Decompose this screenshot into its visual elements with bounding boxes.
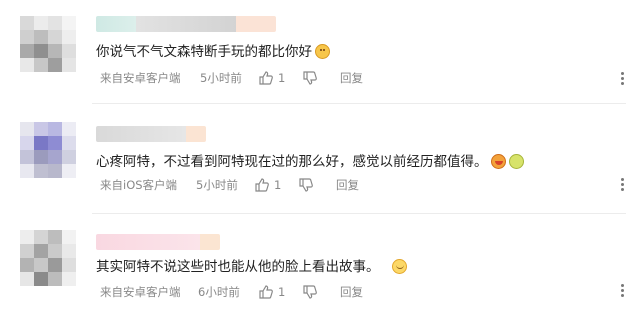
crying-face-emoji [490,154,506,169]
comment-meta: 来自iOS客户端 5小时前 1 回复 [96,177,616,193]
dog-face-emoji [315,44,330,59]
avatar[interactable] [20,122,76,178]
client-source: 来自安卓客户端 [100,285,181,299]
smiling-face-emoji [391,259,407,274]
more-vertical-icon[interactable] [618,70,626,88]
comment-text: 心疼阿特，不过看到阿特现在过的那么好，感觉以前经历都值得。 [96,152,524,172]
comment-item: 你说气不气文森特断手玩的都比你好 来自安卓客户端 5小时前 1 回复 [0,0,640,104]
username-blurred[interactable] [96,126,206,142]
thumbs-up-icon[interactable] [254,177,270,193]
comment-text: 其实阿特不说这些时也能从他的脸上看出故事。 [96,257,407,277]
like-count: 1 [274,178,282,192]
more-vertical-icon[interactable] [618,282,626,300]
timestamp: 5小时前 [196,178,238,192]
more-vertical-icon[interactable] [618,176,626,194]
comment-meta: 来自安卓客户端 6小时前 1 回复 [96,284,616,300]
like-count: 1 [278,71,286,85]
reply-button[interactable]: 回复 [340,70,363,86]
reply-button[interactable]: 回复 [336,177,359,193]
thumbs-down-icon[interactable] [298,177,314,193]
username-blurred[interactable] [96,234,220,250]
username-blurred[interactable] [96,16,276,32]
client-source: 来自安卓客户端 [100,71,181,85]
thumbs-down-icon[interactable] [302,284,318,300]
comment-item: 心疼阿特，不过看到阿特现在过的那么好，感觉以前经历都值得。 来自iOS客户端 5… [0,104,640,214]
comment-meta: 来自安卓客户端 5小时前 1 回复 [96,70,616,86]
comment-text: 你说气不气文森特断手玩的都比你好 [96,42,330,62]
like-count: 1 [278,285,286,299]
avatar[interactable] [20,16,76,72]
sick-face-emoji [508,154,524,169]
client-source: 来自iOS客户端 [100,178,178,192]
thumbs-down-icon[interactable] [302,70,318,86]
comment-item: 其实阿特不说这些时也能从他的脸上看出故事。 来自安卓客户端 6小时前 1 回复 [0,214,640,317]
timestamp: 6小时前 [198,285,240,299]
thumbs-up-icon[interactable] [258,284,274,300]
thumbs-up-icon[interactable] [258,70,274,86]
reply-button[interactable]: 回复 [340,284,363,300]
avatar[interactable] [20,230,76,286]
timestamp: 5小时前 [200,71,242,85]
